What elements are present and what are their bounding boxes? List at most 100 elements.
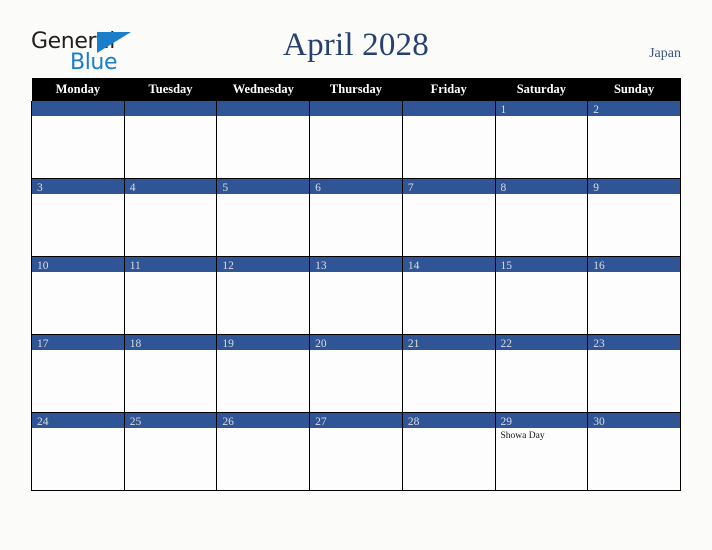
day-cell-inner: [402, 101, 495, 178]
day-number-band: 10: [32, 257, 124, 272]
day-events: [310, 194, 402, 196]
weekday-header-monday: Monday: [31, 78, 125, 101]
day-events: [217, 350, 309, 352]
day-number: 30: [593, 416, 605, 428]
day-cell-inner: 29 Showa Day: [495, 413, 588, 490]
day-number: 20: [315, 338, 327, 350]
calendar-day-cell[interactable]: 23: [587, 334, 681, 413]
day-cell-inner: 4: [124, 179, 217, 256]
day-cell-inner: 23: [588, 335, 680, 412]
calendar-day-cell[interactable]: 16: [587, 256, 681, 335]
day-events: [125, 194, 217, 196]
day-cell-inner: 12: [217, 257, 310, 334]
day-number-band: 4: [124, 179, 217, 194]
calendar-day-cell[interactable]: 12: [216, 256, 311, 335]
day-cell-inner: 27: [310, 413, 402, 490]
day-number: 25: [129, 416, 142, 428]
day-number-band: 9: [588, 179, 680, 194]
day-number-band: 26: [217, 413, 310, 428]
day-number-band: 8: [495, 179, 588, 194]
day-events: [125, 116, 217, 118]
calendar-day-cell[interactable]: 20: [309, 334, 403, 413]
day-number: 5: [222, 182, 229, 194]
calendar-day-cell[interactable]: 19: [216, 334, 311, 413]
calendar-week-row: 10 11 12 13 14 15 16: [31, 256, 681, 335]
calendar-day-cell[interactable]: 9: [587, 178, 681, 257]
calendar-day-cell[interactable]: 10: [31, 256, 125, 335]
calendar-day-cell[interactable]: 4: [123, 178, 218, 257]
day-cell-inner: 26: [217, 413, 310, 490]
day-cell-inner: 10: [32, 257, 124, 334]
calendar-day-cell[interactable]: 14: [401, 256, 496, 335]
day-number: 17: [37, 338, 49, 350]
day-events: [310, 428, 402, 430]
page-title: April 2028: [283, 27, 429, 63]
calendar-day-cell[interactable]: 6: [309, 178, 403, 257]
calendar-day-cell[interactable]: 28: [401, 412, 496, 491]
calendar-day-cell[interactable]: 30: [587, 412, 681, 491]
calendar-day-cell[interactable]: 5: [216, 178, 311, 257]
calendar-day-cell[interactable]: 1: [494, 101, 589, 179]
day-cell-inner: 30: [588, 413, 680, 490]
day-number: 12: [222, 260, 234, 272]
day-number-band: [217, 101, 310, 116]
day-events: [588, 428, 680, 430]
day-number: 4: [129, 182, 136, 194]
calendar-week-row: 24 25 26 27 28 29 Showa Day 30: [31, 412, 681, 491]
day-number: 1: [500, 104, 507, 116]
day-cell-inner: 2: [588, 101, 680, 178]
weekday-header-row: Monday Tuesday Wednesday Thursday Friday Satu…: [31, 78, 681, 101]
day-number: 8: [500, 182, 507, 194]
day-number-band: 21: [402, 335, 495, 350]
day-number-band: 17: [32, 335, 124, 350]
day-number-band: 25: [124, 413, 217, 428]
calendar-day-cell[interactable]: 22: [494, 334, 589, 413]
day-number-band: 2: [588, 101, 680, 116]
calendar-day-cell[interactable]: 2: [587, 101, 681, 179]
calendar-day-cell[interactable]: 29 Showa Day: [494, 412, 589, 491]
calendar-empty-cell: [216, 101, 311, 179]
weekday-header-thursday: Thursday: [309, 78, 403, 101]
calendar-day-cell[interactable]: 25: [123, 412, 218, 491]
day-number: 10: [37, 260, 49, 272]
calendar-day-cell[interactable]: 3: [31, 178, 125, 257]
day-events: [217, 116, 309, 118]
holiday-event-label: Showa Day: [500, 431, 545, 441]
day-events: [403, 116, 495, 118]
calendar-day-cell[interactable]: 8: [494, 178, 589, 257]
day-cell-inner: 5: [217, 179, 310, 256]
calendar-day-cell[interactable]: 17: [31, 334, 125, 413]
day-cell-inner: [32, 101, 124, 178]
calendar-day-cell[interactable]: 7: [401, 178, 496, 257]
calendar-day-cell[interactable]: 11: [123, 256, 218, 335]
day-events: [403, 272, 495, 274]
day-cell-inner: 13: [310, 257, 402, 334]
day-number: 19: [222, 338, 234, 350]
day-events: [125, 272, 217, 274]
calendar-day-cell[interactable]: 15: [494, 256, 589, 335]
day-events: [32, 194, 124, 196]
day-cell-inner: 25: [124, 413, 217, 490]
calendar-day-cell[interactable]: 18: [123, 334, 218, 413]
day-number-band: [402, 101, 495, 116]
day-cell-inner: 24: [32, 413, 124, 490]
day-events: [32, 350, 124, 352]
day-number: 6: [315, 182, 321, 194]
day-events: [125, 350, 217, 352]
day-events: [588, 194, 680, 196]
day-number: 3: [37, 182, 43, 194]
day-cell-inner: 8: [495, 179, 588, 256]
calendar-day-cell[interactable]: 24: [31, 412, 125, 491]
calendar-day-cell[interactable]: 27: [309, 412, 403, 491]
day-number: 2: [593, 104, 599, 116]
calendar-empty-cell: [309, 101, 403, 179]
calendar-day-cell[interactable]: 13: [309, 256, 403, 335]
calendar-day-cell[interactable]: 21: [401, 334, 496, 413]
day-events: [217, 272, 309, 274]
calendar-day-cell[interactable]: 26: [216, 412, 311, 491]
day-number-band: 20: [310, 335, 402, 350]
calendar-week-row: 3 4 5 6 7 8 9: [31, 178, 681, 257]
day-events: [217, 428, 309, 430]
day-events: [403, 350, 495, 352]
region-label: Japan: [649, 46, 681, 61]
